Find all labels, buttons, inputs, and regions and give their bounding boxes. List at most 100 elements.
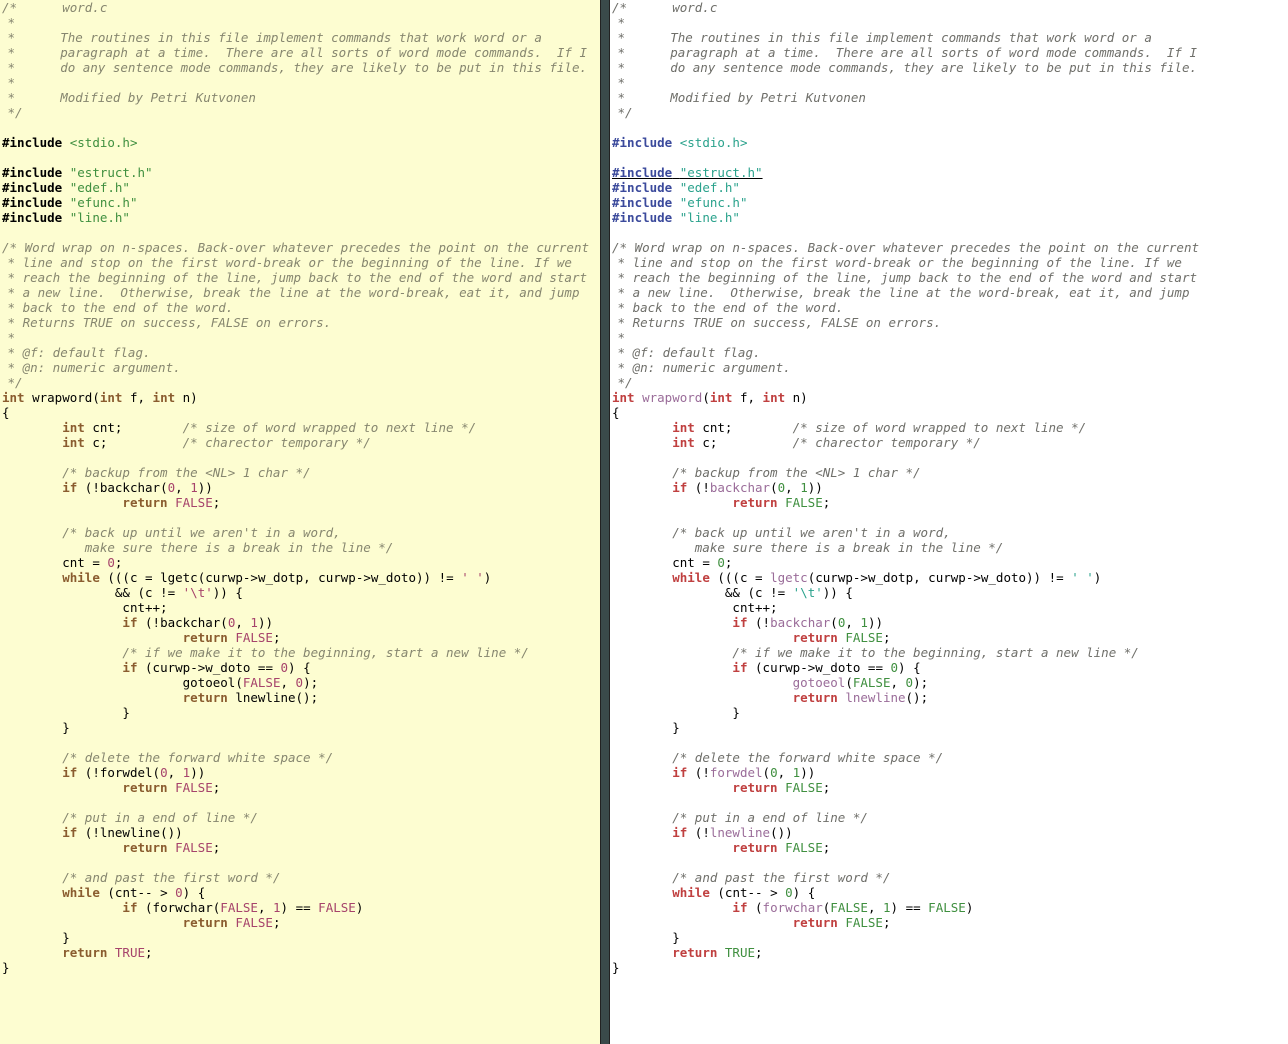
brace-close-fn: }	[0, 960, 10, 975]
cnt-zero: cnt = 0;	[0, 555, 122, 570]
comment-backup-word-r: /* back up until we aren't in a word,	[610, 525, 951, 540]
while-cond2: && (c != '\t')) {	[0, 585, 243, 600]
return-true-r: return TRUE;	[610, 945, 763, 960]
blank-line	[0, 795, 10, 810]
while-cnt: while (cnt-- > 0) {	[0, 885, 205, 900]
include-edef: #include "edef.h"	[0, 180, 130, 195]
return-false4: return FALSE;	[0, 840, 220, 855]
decl-cnt: int cnt; /* size of word wrapped to next…	[0, 420, 476, 435]
cnt-zero-r: cnt = 0;	[610, 555, 732, 570]
comment-past-first-r: /* and past the first word */	[610, 870, 890, 885]
if-forwdel-r: if (!forwdel(0, 1))	[610, 765, 815, 780]
blank-line	[0, 150, 10, 165]
if-lnewline-r: if (!lnewline())	[610, 825, 793, 840]
comment-backup-word2-r: make sure there is a break in the line *…	[610, 540, 1003, 555]
include-stdio: #include <stdio.h>	[0, 135, 137, 150]
brace-close-while-r: }	[610, 720, 680, 735]
cnt-inc-r: cnt++;	[610, 600, 778, 615]
blank-line	[610, 510, 620, 525]
pane-divider[interactable]	[600, 0, 610, 1044]
brace-close-inner: }	[0, 705, 130, 720]
include-line-r: #include "line.h"	[610, 210, 740, 225]
return-false5-r: return FALSE;	[610, 915, 890, 930]
decl-c: int c; /* charector temporary */	[0, 435, 371, 450]
blank-line	[0, 225, 10, 240]
return-false5: return FALSE;	[0, 915, 280, 930]
blank-line	[0, 510, 10, 525]
include-line: #include "line.h"	[0, 210, 130, 225]
blank-line	[610, 225, 620, 240]
if-backchar2-r: if (!backchar(0, 1))	[610, 615, 883, 630]
return-false2: return FALSE;	[0, 630, 280, 645]
if-lnewline: if (!lnewline())	[0, 825, 183, 840]
comment-put-eol: /* put in a end of line */	[0, 810, 258, 825]
file-header-comment: /* word.c * * The routines in this file …	[0, 0, 587, 120]
gotoeol: gotoeol(FALSE, 0);	[0, 675, 318, 690]
if-backchar2: if (!backchar(0, 1))	[0, 615, 273, 630]
return-lnewline: return lnewline();	[0, 690, 318, 705]
blank-line	[0, 450, 10, 465]
while-lgetc-r: while (((c = lgetc(curwp->w_dotp, curwp-…	[610, 570, 1101, 585]
comment-backup-word2: make sure there is a break in the line *…	[0, 540, 393, 555]
blank-line	[610, 450, 620, 465]
return-false3-r: return FALSE;	[610, 780, 830, 795]
return-false-r: return FALSE;	[610, 495, 830, 510]
return-lnewline-r: return lnewline();	[610, 690, 928, 705]
brace-close-while2: }	[0, 930, 70, 945]
brace-close-while: }	[0, 720, 70, 735]
comment-backup-nl-r: /* backup from the <NL> 1 char */	[610, 465, 921, 480]
fn-doc-comment: /* Word wrap on n-spaces. Back-over what…	[0, 240, 589, 390]
return-false4-r: return FALSE;	[610, 840, 830, 855]
brace-open: {	[0, 405, 10, 420]
comment-delete-ws: /* delete the forward white space */	[0, 750, 333, 765]
blank-line	[0, 855, 10, 870]
decl-c-r: int c; /* charector temporary */	[610, 435, 981, 450]
brace-close-while2-r: }	[610, 930, 680, 945]
blank-line	[0, 735, 10, 750]
if-backchar-r: if (!backchar(0, 1))	[610, 480, 823, 495]
comment-past-first: /* and past the first word */	[0, 870, 280, 885]
brace-close-fn-r: }	[610, 960, 620, 975]
gotoeol-r: gotoeol(FALSE, 0);	[610, 675, 928, 690]
blank-line	[610, 855, 620, 870]
brace-open-r: {	[610, 405, 620, 420]
include-stdio-r: #include <stdio.h>	[610, 135, 747, 150]
if-wdoto: if (curwp->w_doto == 0) {	[0, 660, 311, 675]
blank-line	[610, 150, 620, 165]
include-edef-r: #include "edef.h"	[610, 180, 740, 195]
comment-beginning-r: /* if we make it to the beginning, start…	[610, 645, 1139, 660]
fn-signature-r: int wrapword(int f, int n)	[610, 390, 808, 405]
if-forwchar-r: if (forwchar(FALSE, 1) == FALSE)	[610, 900, 973, 915]
include-efunc-r: #include "efunc.h"	[610, 195, 747, 210]
return-false2-r: return FALSE;	[610, 630, 890, 645]
return-false3: return FALSE;	[0, 780, 220, 795]
if-backchar: if (!backchar(0, 1))	[0, 480, 213, 495]
return-true: return TRUE;	[0, 945, 153, 960]
comment-delete-ws-r: /* delete the forward white space */	[610, 750, 943, 765]
include-estruct: #include "estruct.h"	[0, 165, 153, 180]
if-forwdel: if (!forwdel(0, 1))	[0, 765, 205, 780]
blank-line	[610, 120, 620, 135]
file-header-comment-r: /* word.c * * The routines in this file …	[610, 0, 1197, 120]
comment-backup-word: /* back up until we aren't in a word,	[0, 525, 341, 540]
fn-signature: int wrapword(int f, int n)	[0, 390, 198, 405]
right-code-pane[interactable]: /* word.c * * The routines in this file …	[610, 0, 1288, 1044]
left-code-pane[interactable]: /* word.c * * The routines in this file …	[0, 0, 600, 1044]
blank-line	[610, 795, 620, 810]
blank-line	[610, 735, 620, 750]
while-lgetc: while (((c = lgetc(curwp->w_dotp, curwp-…	[0, 570, 491, 585]
comment-put-eol-r: /* put in a end of line */	[610, 810, 868, 825]
comment-backup-nl: /* backup from the <NL> 1 char */	[0, 465, 311, 480]
brace-close-inner-r: }	[610, 705, 740, 720]
include-efunc: #include "efunc.h"	[0, 195, 137, 210]
if-forwchar: if (forwchar(FALSE, 1) == FALSE)	[0, 900, 363, 915]
decl-cnt-r: int cnt; /* size of word wrapped to next…	[610, 420, 1086, 435]
while-cond2-r: && (c != '\t')) {	[610, 585, 853, 600]
if-wdoto-r: if (curwp->w_doto == 0) {	[610, 660, 921, 675]
comment-beginning: /* if we make it to the beginning, start…	[0, 645, 529, 660]
return-false: return FALSE;	[0, 495, 220, 510]
while-cnt-r: while (cnt-- > 0) {	[610, 885, 815, 900]
blank-line	[0, 120, 10, 135]
include-estruct-r: #include "estruct.h"	[610, 165, 763, 180]
cnt-inc: cnt++;	[0, 600, 168, 615]
